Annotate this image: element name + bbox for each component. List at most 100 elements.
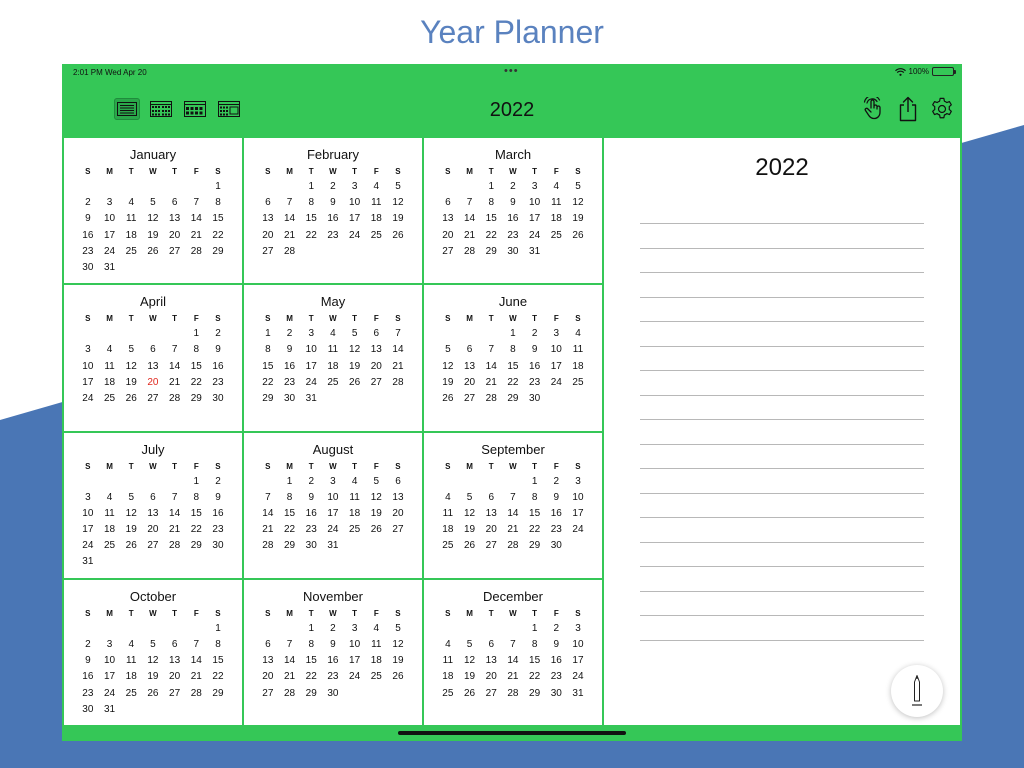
calendar-day[interactable]: 7 — [279, 637, 301, 653]
calendar-day[interactable]: 26 — [459, 686, 481, 702]
calendar-day[interactable]: 12 — [459, 506, 481, 522]
calendar-day[interactable]: 19 — [344, 359, 366, 375]
calendar-day[interactable]: 3 — [567, 474, 589, 490]
calendar-day[interactable]: 1 — [185, 474, 207, 490]
calendar-day[interactable]: 5 — [459, 637, 481, 653]
calendar-day[interactable]: 23 — [545, 669, 567, 685]
calendar-day[interactable]: 6 — [142, 490, 164, 506]
calendar-day[interactable]: 31 — [77, 554, 99, 570]
calendar-day[interactable]: 30 — [545, 686, 567, 702]
calendar-day[interactable]: 14 — [480, 359, 502, 375]
calendar-day[interactable]: 24 — [77, 538, 99, 554]
calendar-day[interactable]: 1 — [300, 179, 322, 195]
calendar-day[interactable]: 21 — [502, 669, 524, 685]
calendar-day[interactable]: 30 — [502, 244, 524, 260]
calendar-day[interactable]: 9 — [77, 653, 99, 669]
calendar-day[interactable]: 19 — [437, 375, 459, 391]
calendar-day[interactable]: 24 — [300, 375, 322, 391]
calendar-day[interactable]: 23 — [545, 522, 567, 538]
calendar-day[interactable]: 28 — [387, 375, 409, 391]
calendar-day[interactable]: 6 — [480, 490, 502, 506]
calendar-day[interactable]: 2 — [77, 195, 99, 211]
calendar-day[interactable]: 4 — [365, 621, 387, 637]
calendar-day[interactable]: 6 — [437, 195, 459, 211]
calendar-day[interactable]: 4 — [120, 195, 142, 211]
calendar-day[interactable]: 19 — [459, 669, 481, 685]
calendar-day[interactable]: 24 — [77, 391, 99, 407]
calendar-day[interactable]: 28 — [279, 244, 301, 260]
calendar-day[interactable]: 17 — [344, 653, 366, 669]
calendar-day[interactable]: 22 — [207, 228, 229, 244]
calendar-day[interactable]: 1 — [207, 179, 229, 195]
calendar-day[interactable]: 14 — [387, 342, 409, 358]
calendar-day[interactable]: 7 — [185, 195, 207, 211]
calendar-day[interactable]: 18 — [437, 522, 459, 538]
calendar-day[interactable]: 11 — [120, 653, 142, 669]
calendar-day[interactable]: 12 — [437, 359, 459, 375]
month-card-may[interactable]: May S M T W T F S 1 2 3 4 5 6 7 8 9 10 11 12 13 14 15 16 17 18 19 2… — [244, 285, 422, 431]
calendar-day[interactable]: 20 — [164, 669, 186, 685]
calendar-day[interactable]: 12 — [120, 359, 142, 375]
calendar-day[interactable]: 1 — [207, 621, 229, 637]
calendar-day[interactable]: 10 — [77, 359, 99, 375]
calendar-day[interactable]: 1 — [480, 179, 502, 195]
calendar-day[interactable]: 12 — [365, 490, 387, 506]
calendar-day[interactable]: 12 — [567, 195, 589, 211]
calendar-day[interactable]: 28 — [257, 538, 279, 554]
gesture-button[interactable] — [862, 96, 886, 122]
calendar-day[interactable]: 18 — [322, 359, 344, 375]
calendar-day[interactable]: 4 — [120, 637, 142, 653]
calendar-day[interactable]: 9 — [77, 211, 99, 227]
calendar-day[interactable]: 19 — [120, 522, 142, 538]
calendar-day[interactable]: 28 — [279, 686, 301, 702]
calendar-day[interactable]: 5 — [365, 474, 387, 490]
calendar-day[interactable]: 24 — [344, 228, 366, 244]
calendar-day[interactable]: 23 — [207, 522, 229, 538]
calendar-day[interactable]: 14 — [185, 211, 207, 227]
notes-panel[interactable]: 2022 — [604, 138, 960, 725]
calendar-day[interactable]: 24 — [99, 244, 121, 260]
month-card-february[interactable]: February S M T W T F S 1 2 3 4 5 6 7 8 9 10 11 12 13 14 15 16 17… — [244, 138, 422, 284]
calendar-day[interactable]: 10 — [344, 637, 366, 653]
calendar-day[interactable]: 15 — [185, 359, 207, 375]
calendar-day[interactable]: 15 — [207, 653, 229, 669]
calendar-day[interactable]: 8 — [257, 342, 279, 358]
calendar-day[interactable]: 3 — [99, 637, 121, 653]
calendar-day[interactable]: 5 — [387, 179, 409, 195]
calendar-day[interactable]: 3 — [524, 179, 546, 195]
calendar-day[interactable]: 11 — [437, 506, 459, 522]
month-card-april[interactable]: April S M T W T F S 1 2 3 4 5 6 7 8 9 10 11 12 13 14 15 16 17 18 1… — [64, 285, 242, 431]
month-card-december[interactable]: December S M T W T F S 1 2 3 4 5 6 7 8 9 10 11 12 13 14 15 16 17… — [424, 579, 602, 725]
calendar-day[interactable]: 6 — [365, 326, 387, 342]
month-card-november[interactable]: November S M T W T F S 1 2 3 4 5 6 7 8 9 10 11 12 13 14 15 16 17… — [244, 579, 422, 725]
calendar-day[interactable]: 13 — [437, 211, 459, 227]
calendar-day[interactable]: 22 — [524, 669, 546, 685]
calendar-day[interactable]: 22 — [524, 522, 546, 538]
calendar-day[interactable]: 2 — [322, 179, 344, 195]
calendar-day[interactable]: 28 — [185, 686, 207, 702]
calendar-day[interactable]: 10 — [99, 653, 121, 669]
calendar-day[interactable]: 16 — [545, 653, 567, 669]
calendar-day[interactable]: 9 — [524, 342, 546, 358]
calendar-day[interactable]: 12 — [387, 195, 409, 211]
calendar-day[interactable]: 20 — [387, 506, 409, 522]
calendar-day[interactable]: 5 — [120, 342, 142, 358]
calendar-day[interactable]: 29 — [185, 538, 207, 554]
calendar-day[interactable]: 22 — [185, 522, 207, 538]
calendar-day[interactable]: 15 — [257, 359, 279, 375]
calendar-day[interactable]: 19 — [365, 506, 387, 522]
calendar-day[interactable]: 1 — [185, 326, 207, 342]
calendar-day[interactable]: 25 — [365, 228, 387, 244]
calendar-day[interactable]: 16 — [322, 653, 344, 669]
calendar-day[interactable]: 6 — [387, 474, 409, 490]
calendar-day[interactable]: 7 — [459, 195, 481, 211]
calendar-day[interactable]: 26 — [365, 522, 387, 538]
calendar-day[interactable]: 8 — [300, 637, 322, 653]
calendar-day[interactable]: 4 — [545, 179, 567, 195]
calendar-day[interactable]: 30 — [77, 260, 99, 276]
calendar-day[interactable]: 15 — [502, 359, 524, 375]
calendar-day[interactable]: 8 — [300, 195, 322, 211]
calendar-day[interactable]: 30 — [322, 686, 344, 702]
calendar-day[interactable]: 12 — [387, 637, 409, 653]
calendar-day[interactable]: 2 — [207, 326, 229, 342]
